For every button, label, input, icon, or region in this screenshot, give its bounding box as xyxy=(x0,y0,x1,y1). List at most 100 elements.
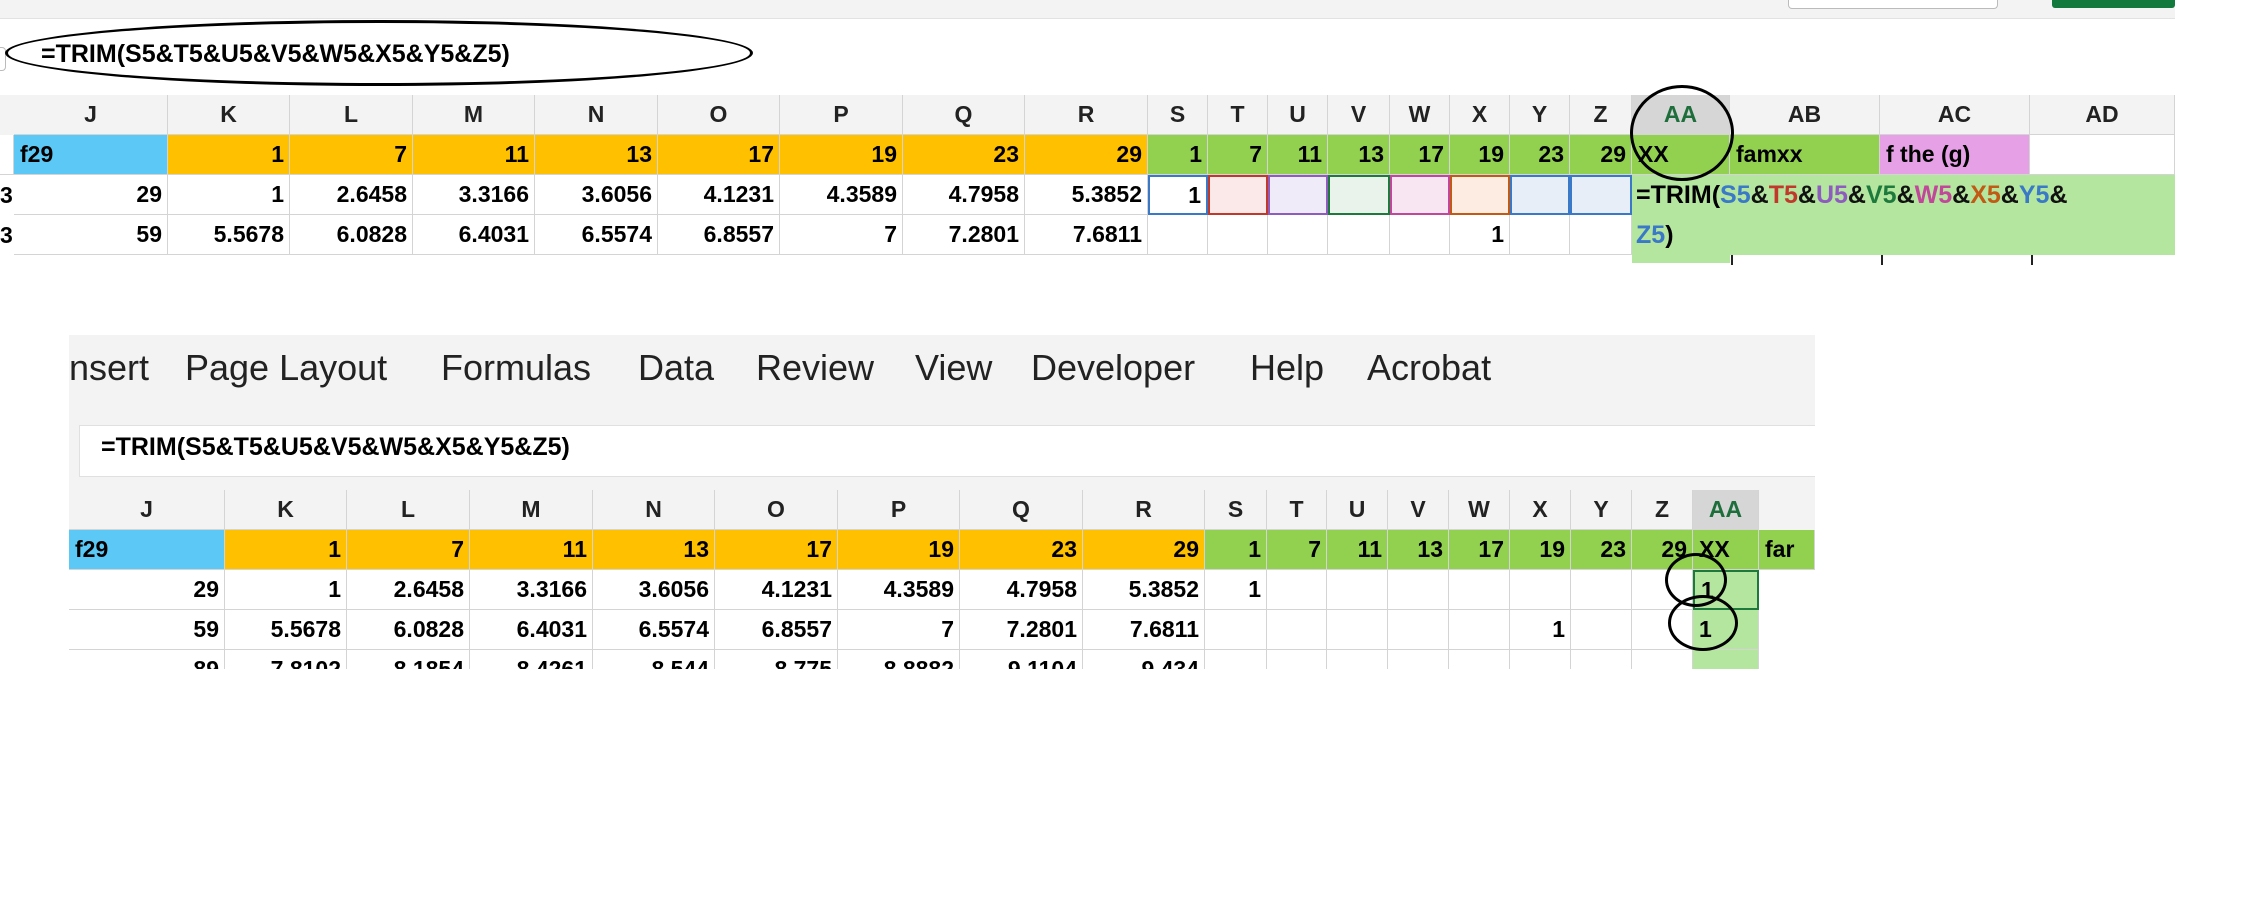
column-header-S[interactable]: S xyxy=(1148,95,1208,135)
cell-AA-row2[interactable]: 1 xyxy=(1693,610,1759,650)
cell-L-row1[interactable]: 2.6458 xyxy=(290,175,413,215)
cell-Q-header[interactable]: 23 xyxy=(903,135,1025,175)
cell-T-row3[interactable] xyxy=(1267,650,1327,669)
cell-R-row1[interactable]: 5.3852 xyxy=(1083,570,1205,610)
column-header-Y[interactable]: Y xyxy=(1510,95,1570,135)
cell-P-row1[interactable]: 4.3589 xyxy=(838,570,960,610)
cell-AA-row3[interactable] xyxy=(1693,650,1759,669)
column-header-T[interactable]: T xyxy=(1267,490,1327,530)
column-header-P[interactable]: P xyxy=(780,95,903,135)
tab-review[interactable]: Review xyxy=(756,347,874,389)
cell-J-row1[interactable]: 29 xyxy=(14,175,168,215)
cell-S-row2[interactable] xyxy=(1205,610,1267,650)
cell-P-header[interactable]: 19 xyxy=(838,530,960,570)
share-button[interactable] xyxy=(2052,0,2175,8)
cell-Y-row1[interactable] xyxy=(1571,570,1632,610)
cell-AA-header[interactable]: XX xyxy=(1693,530,1759,570)
cell-M-row1[interactable]: 3.3166 xyxy=(470,570,593,610)
column-header-K[interactable]: K xyxy=(225,490,347,530)
column-header-Q[interactable]: Q xyxy=(960,490,1083,530)
cell-Y-row2[interactable] xyxy=(1571,610,1632,650)
cell-U-row3[interactable] xyxy=(1327,650,1388,669)
cell-M-row2[interactable]: 6.4031 xyxy=(470,610,593,650)
cell-R-header[interactable]: 29 xyxy=(1083,530,1205,570)
column-header-W[interactable]: W xyxy=(1449,490,1510,530)
cell-J-row3[interactable]: 89 xyxy=(69,650,225,669)
column-header-R[interactable]: R xyxy=(1025,95,1148,135)
column-header-V[interactable]: V xyxy=(1388,490,1449,530)
column-header-AC[interactable]: AC xyxy=(1880,95,2030,135)
cell-R-row2[interactable]: 7.6811 xyxy=(1025,215,1148,255)
cell-O-row2[interactable]: 6.8557 xyxy=(715,610,838,650)
cell-O-row2[interactable]: 6.8557 xyxy=(658,215,780,255)
column-header-X[interactable]: X xyxy=(1510,490,1571,530)
cell-K-header[interactable]: 1 xyxy=(225,530,347,570)
cell-Z-row1[interactable] xyxy=(1632,570,1693,610)
cell-K-row1[interactable]: 1 xyxy=(168,175,290,215)
cell-O-header[interactable]: 17 xyxy=(715,530,838,570)
column-header-P[interactable]: P xyxy=(838,490,960,530)
column-header-AA[interactable]: AA xyxy=(1632,95,1730,135)
cell-Y-row2[interactable] xyxy=(1510,215,1570,255)
cell-L-header[interactable]: 7 xyxy=(290,135,413,175)
cell-L-row3[interactable]: 8.1854 xyxy=(347,650,470,669)
column-header-Z[interactable]: Z xyxy=(1632,490,1693,530)
column-header-K[interactable]: K xyxy=(168,95,290,135)
cell-I-row2[interactable]: 3 xyxy=(0,215,14,255)
cell-Z-header[interactable]: 29 xyxy=(1570,135,1632,175)
cell-K-header[interactable]: 1 xyxy=(168,135,290,175)
cell-T-header[interactable]: 7 xyxy=(1267,530,1327,570)
cell-M-row2[interactable]: 6.4031 xyxy=(413,215,535,255)
column-header-AD[interactable]: AD xyxy=(2030,95,2175,135)
column-header-M[interactable]: M xyxy=(470,490,593,530)
cell-W-row2[interactable] xyxy=(1449,610,1510,650)
cell-V-row1[interactable] xyxy=(1328,175,1390,215)
column-header-M[interactable]: M xyxy=(413,95,535,135)
cell-Q-row2[interactable]: 7.2801 xyxy=(903,215,1025,255)
cell-N-row2[interactable]: 6.5574 xyxy=(593,610,715,650)
column-header-N[interactable]: N xyxy=(535,95,658,135)
cell-W-row2[interactable] xyxy=(1390,215,1450,255)
column-header-L[interactable]: L xyxy=(290,95,413,135)
column-header-Y[interactable]: Y xyxy=(1571,490,1632,530)
cell-AA-row1[interactable]: 1 xyxy=(1693,570,1759,610)
cell-Y-header[interactable]: 23 xyxy=(1571,530,1632,570)
cell-S-header[interactable]: 1 xyxy=(1148,135,1208,175)
cell-T-row2[interactable] xyxy=(1267,610,1327,650)
cell-O-row3[interactable]: 8.775 xyxy=(715,650,838,669)
cell-K-row1[interactable]: 1 xyxy=(225,570,347,610)
cell-Z-row1[interactable] xyxy=(1570,175,1632,215)
cell-W-header[interactable]: 17 xyxy=(1449,530,1510,570)
cell-L-header[interactable]: 7 xyxy=(347,530,470,570)
cell-Q-header[interactable]: 23 xyxy=(960,530,1083,570)
column-header-AB[interactable]: AB xyxy=(1730,95,1880,135)
cell-U-row1[interactable] xyxy=(1268,175,1328,215)
cell-V-row1[interactable] xyxy=(1388,570,1449,610)
column-header-O[interactable]: O xyxy=(658,95,780,135)
cell-R-row1[interactable]: 5.3852 xyxy=(1025,175,1148,215)
column-header-O[interactable]: O xyxy=(715,490,838,530)
cell-K-row2[interactable]: 5.5678 xyxy=(225,610,347,650)
column-header-J[interactable]: J xyxy=(69,490,225,530)
cell-W-row1[interactable] xyxy=(1449,570,1510,610)
cell-T-row2[interactable] xyxy=(1208,215,1268,255)
cell-V-header[interactable]: 13 xyxy=(1388,530,1449,570)
cell-N-row1[interactable]: 3.6056 xyxy=(535,175,658,215)
column-header-X[interactable]: X xyxy=(1450,95,1510,135)
cell-L-row2[interactable]: 6.0828 xyxy=(347,610,470,650)
tab-view[interactable]: View xyxy=(915,347,992,389)
cell-AB-header[interactable]: far xyxy=(1759,530,1815,570)
cell-X-row1[interactable] xyxy=(1450,175,1510,215)
column-header-S[interactable]: S xyxy=(1205,490,1267,530)
cell-K-row2[interactable]: 5.5678 xyxy=(168,215,290,255)
column-header-W[interactable]: W xyxy=(1390,95,1450,135)
cell-Q-row1[interactable]: 4.7958 xyxy=(903,175,1025,215)
cell-L-row2[interactable]: 6.0828 xyxy=(290,215,413,255)
column-header-Z[interactable]: Z xyxy=(1570,95,1632,135)
column-header-R[interactable]: R xyxy=(1083,490,1205,530)
cell-R-header[interactable]: 29 xyxy=(1025,135,1148,175)
cell-W-header[interactable]: 17 xyxy=(1390,135,1450,175)
tab-formulas[interactable]: Formulas xyxy=(441,347,591,389)
cell-AD-header[interactable] xyxy=(2030,135,2175,175)
column-header-N[interactable]: N xyxy=(593,490,715,530)
